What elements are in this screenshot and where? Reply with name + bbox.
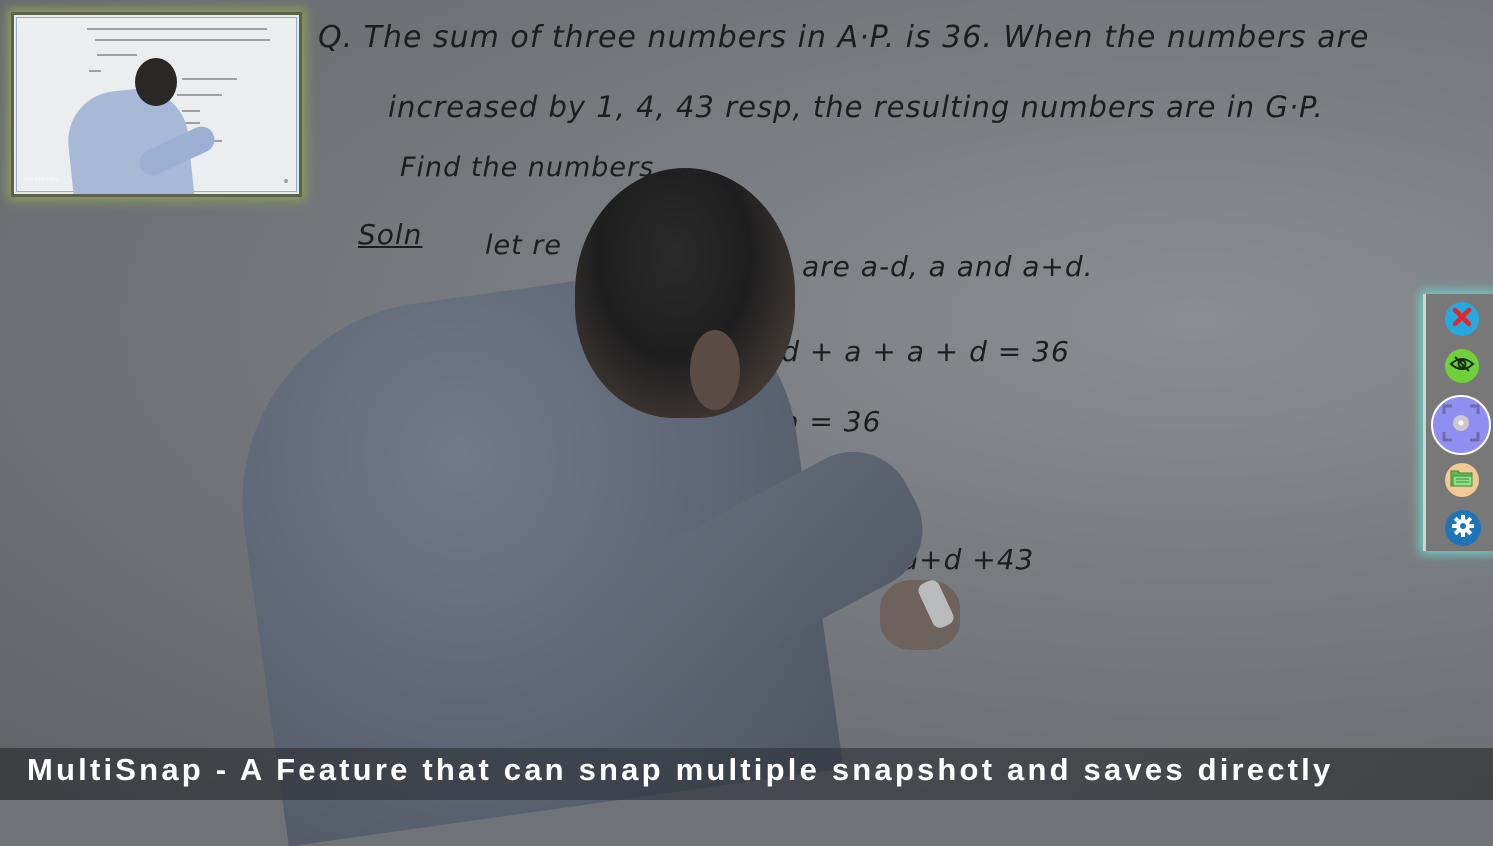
presenter-head [575, 168, 795, 418]
close-icon [1451, 306, 1473, 333]
hide-button[interactable] [1445, 349, 1479, 383]
pip-presenter-head [135, 58, 177, 106]
close-button[interactable] [1445, 302, 1479, 336]
pip-text-line [89, 70, 101, 72]
presenter-ear [690, 330, 740, 410]
pip-video: Jack Mukherjee [16, 17, 297, 194]
folder-icon [1450, 468, 1474, 493]
eye-slash-icon [1449, 355, 1475, 378]
let-text: let re [485, 230, 562, 261]
pip-text-line [182, 110, 200, 112]
snapshot-icon [1438, 400, 1484, 451]
question-line-3: Find the numbers. [400, 152, 664, 183]
pip-text-line [87, 28, 267, 30]
pip-text-line [97, 54, 137, 56]
question-line-2: increased by 1, 4, 43 resp, the resultin… [388, 90, 1324, 124]
pip-text-line [95, 39, 270, 41]
snapshot-button[interactable] [1431, 395, 1491, 455]
question-line-1: Q. The sum of three numbers in A·P. is 3… [318, 20, 1370, 55]
pip-text-line [177, 94, 222, 96]
caption-text: MultiSnap - A Feature that can snap mult… [27, 752, 1334, 787]
solution-label: Soln [358, 218, 423, 251]
multisnap-toolbar [1423, 294, 1493, 551]
open-folder-button[interactable] [1445, 463, 1479, 497]
gear-icon [1451, 514, 1475, 543]
equation-1: a-d + a + a + d = 36 [752, 335, 1070, 368]
pip-caption: Jack Mukherjee [23, 177, 59, 183]
terms-text: are a-d, a and a+d. [802, 250, 1094, 283]
pip-text-line [182, 78, 237, 80]
settings-button[interactable] [1445, 510, 1481, 546]
pip-corner-icon [284, 179, 288, 183]
pip-preview[interactable]: Jack Mukherjee [11, 12, 302, 197]
